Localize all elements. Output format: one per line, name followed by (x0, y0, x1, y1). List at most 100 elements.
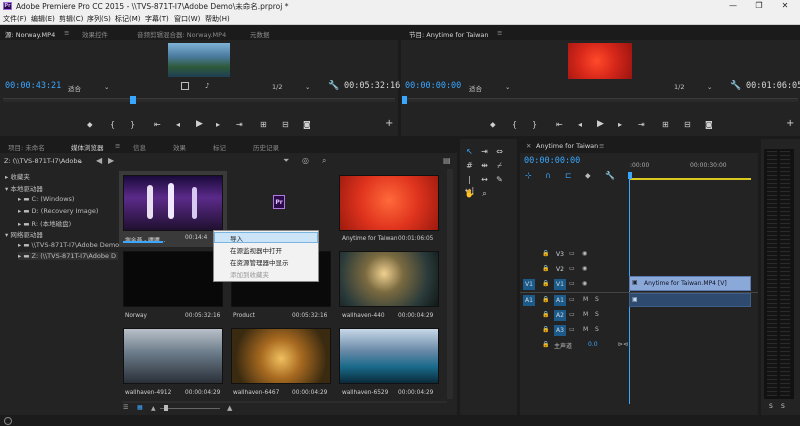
step-back-icon[interactable]: ◂ (578, 120, 582, 129)
program-fit-select[interactable]: 适合 (469, 83, 482, 93)
film-icon[interactable] (181, 82, 189, 90)
tree-drive-c[interactable]: ▸ ▬ C: (Windows) (18, 195, 74, 203)
media-thumbnail[interactable] (123, 328, 223, 384)
solo-button[interactable]: S (595, 311, 599, 318)
add-button-icon[interactable]: + (786, 118, 794, 129)
go-to-in-icon[interactable]: ⇤ (154, 120, 161, 129)
go-to-out-icon[interactable]: ⇥ (638, 120, 645, 129)
selection-tool-icon[interactable]: ↖ (464, 146, 475, 157)
chevron-down-icon[interactable]: ⌄ (505, 83, 510, 91)
wrench-icon[interactable]: 🔧 (328, 81, 339, 91)
ingest-icon[interactable]: ▤ (443, 156, 451, 165)
snap-icon[interactable]: ∩ (545, 171, 551, 180)
source-playhead[interactable] (130, 96, 136, 104)
tab-menu-icon[interactable]: ≡ (599, 142, 604, 150)
menu-file[interactable]: 文件(F) (3, 14, 27, 24)
back-arrow-icon[interactable]: ◀ (96, 156, 102, 165)
list-view-icon[interactable]: ☰ (123, 404, 128, 411)
add-button-icon[interactable]: + (385, 118, 393, 129)
zoom-slider[interactable] (160, 408, 220, 409)
search-icon[interactable]: ⌕ (322, 156, 326, 166)
menu-edit[interactable]: 编辑(E) (31, 14, 55, 24)
track-select-tool-icon[interactable]: ⇥ (479, 146, 490, 157)
tab-media-browser[interactable]: 媒体浏览器 (71, 142, 104, 152)
tab-metadata[interactable]: 元数据 (250, 29, 270, 39)
lock-icon[interactable]: 🔒 (542, 280, 549, 287)
sync-lock-icon[interactable]: ▭ (569, 326, 575, 333)
program-ruler[interactable] (403, 98, 798, 102)
media-scrollbar[interactable] (447, 169, 453, 399)
mute-button[interactable]: M (583, 296, 588, 303)
tab-history[interactable]: 历史记录 (253, 142, 279, 152)
source-resolution-select[interactable]: 1/2 (272, 83, 282, 91)
eye-icon[interactable]: ◉ (582, 280, 587, 287)
step-forward-icon[interactable]: ▸ (618, 120, 622, 129)
tab-menu-icon[interactable]: ≡ (115, 142, 120, 150)
tab-effect-controls[interactable]: 效果控件 (82, 29, 108, 39)
minimize-icon[interactable]: — (720, 0, 746, 12)
lock-icon[interactable]: 🔒 (542, 296, 549, 303)
timeline-playhead[interactable] (628, 172, 632, 179)
context-menu-open-source[interactable]: 在源监视器中打开 (230, 245, 282, 255)
close-icon[interactable]: ✕ (772, 0, 798, 12)
mark-in-icon[interactable]: { (110, 120, 115, 129)
step-forward-icon[interactable]: ▸ (216, 120, 220, 129)
razor-tool-icon[interactable]: ⌿ (494, 160, 505, 171)
marker-icon[interactable]: ⬥ (87, 120, 93, 130)
program-timecode[interactable]: 00:00:00:00 (405, 81, 461, 91)
tab-sequence[interactable]: Anytime for Taiwan (536, 142, 598, 150)
chevron-down-icon[interactable]: ⌄ (104, 83, 109, 91)
timeline-timecode[interactable]: 00:00:00:00 (524, 156, 580, 166)
program-resolution-select[interactable]: 1/2 (674, 83, 684, 91)
track-v3[interactable]: V3 (554, 249, 566, 260)
video-clip[interactable]: ▣ Anytime for Taiwan.MP4 [V] (629, 276, 751, 291)
tab-project[interactable]: 项目: 未命名 (8, 142, 45, 152)
go-to-out-icon[interactable]: ⇥ (236, 120, 243, 129)
sync-lock-icon[interactable]: ▭ (569, 280, 575, 287)
lock-icon[interactable]: 🔒 (542, 326, 549, 333)
tab-menu-icon[interactable]: ≡ (64, 29, 69, 37)
solo-button[interactable]: S (595, 326, 599, 333)
tree-drive-r[interactable]: ▸ ▬ R: (本地磁盘) (18, 218, 71, 228)
tree-drive-z[interactable]: ▸ ▬ Z: (\\TVS-871T-I7\Adobe D (18, 252, 118, 260)
wrench-icon[interactable]: 🔧 (730, 81, 741, 91)
solo-button[interactable]: S (595, 296, 599, 303)
mute-button[interactable]: M (583, 311, 588, 318)
context-menu-import[interactable]: 导入 (230, 233, 243, 243)
track-v2[interactable]: V2 (554, 264, 566, 275)
chevron-down-icon[interactable]: ⌄ (305, 83, 310, 91)
maximize-icon[interactable]: ❐ (746, 0, 772, 12)
camera-icon[interactable]: ◙ (705, 120, 713, 129)
wrench-icon[interactable]: 🔧 (605, 171, 615, 180)
program-playhead[interactable] (402, 96, 407, 104)
audio-clip[interactable]: ▣ (629, 293, 751, 307)
ripple-edit-tool-icon[interactable]: ⇔ (494, 146, 505, 157)
tab-effects[interactable]: 效果 (173, 142, 186, 152)
menu-sequence[interactable]: 序列(S) (87, 14, 111, 24)
menu-marker[interactable]: 标记(M) (115, 14, 141, 24)
play-icon[interactable]: ▶ (597, 119, 604, 129)
tab-markers[interactable]: 标记 (213, 142, 226, 152)
forward-arrow-icon[interactable]: ▶ (108, 156, 114, 165)
add-marker-icon[interactable]: ⬥ (585, 171, 591, 181)
linked-selection-icon[interactable]: ⊏ (565, 171, 572, 180)
context-menu-reveal-explorer[interactable]: 在资源管理器中显示 (230, 257, 289, 267)
close-tab-icon[interactable]: ✕ (526, 142, 531, 150)
sync-lock-icon[interactable]: ▭ (569, 311, 575, 318)
rate-stretch-tool-icon[interactable]: ⇹ (479, 160, 490, 171)
master-volume-value[interactable]: 0.0 (588, 341, 598, 348)
eye-icon[interactable]: ◉ (582, 250, 587, 257)
media-thumbnail[interactable] (339, 175, 439, 231)
track-v1[interactable]: V1 (554, 279, 566, 290)
menu-help[interactable]: 帮助(H) (205, 14, 230, 24)
media-thumbnail[interactable] (123, 251, 223, 307)
solo-right-button[interactable]: S (781, 403, 785, 410)
mute-button[interactable]: M (583, 326, 588, 333)
eye-icon[interactable]: ◉ (582, 265, 587, 272)
zoom-in-icon[interactable]: ▲ (227, 404, 232, 412)
lift-icon[interactable]: ⊞ (662, 120, 669, 129)
filter-icon[interactable]: ⏷ (283, 156, 289, 166)
tree-local-drives[interactable]: ▾ 本地驱动器 (5, 183, 43, 193)
camera-icon[interactable]: ◙ (303, 120, 311, 129)
slip-tool-icon[interactable]: |↔| (464, 174, 475, 195)
